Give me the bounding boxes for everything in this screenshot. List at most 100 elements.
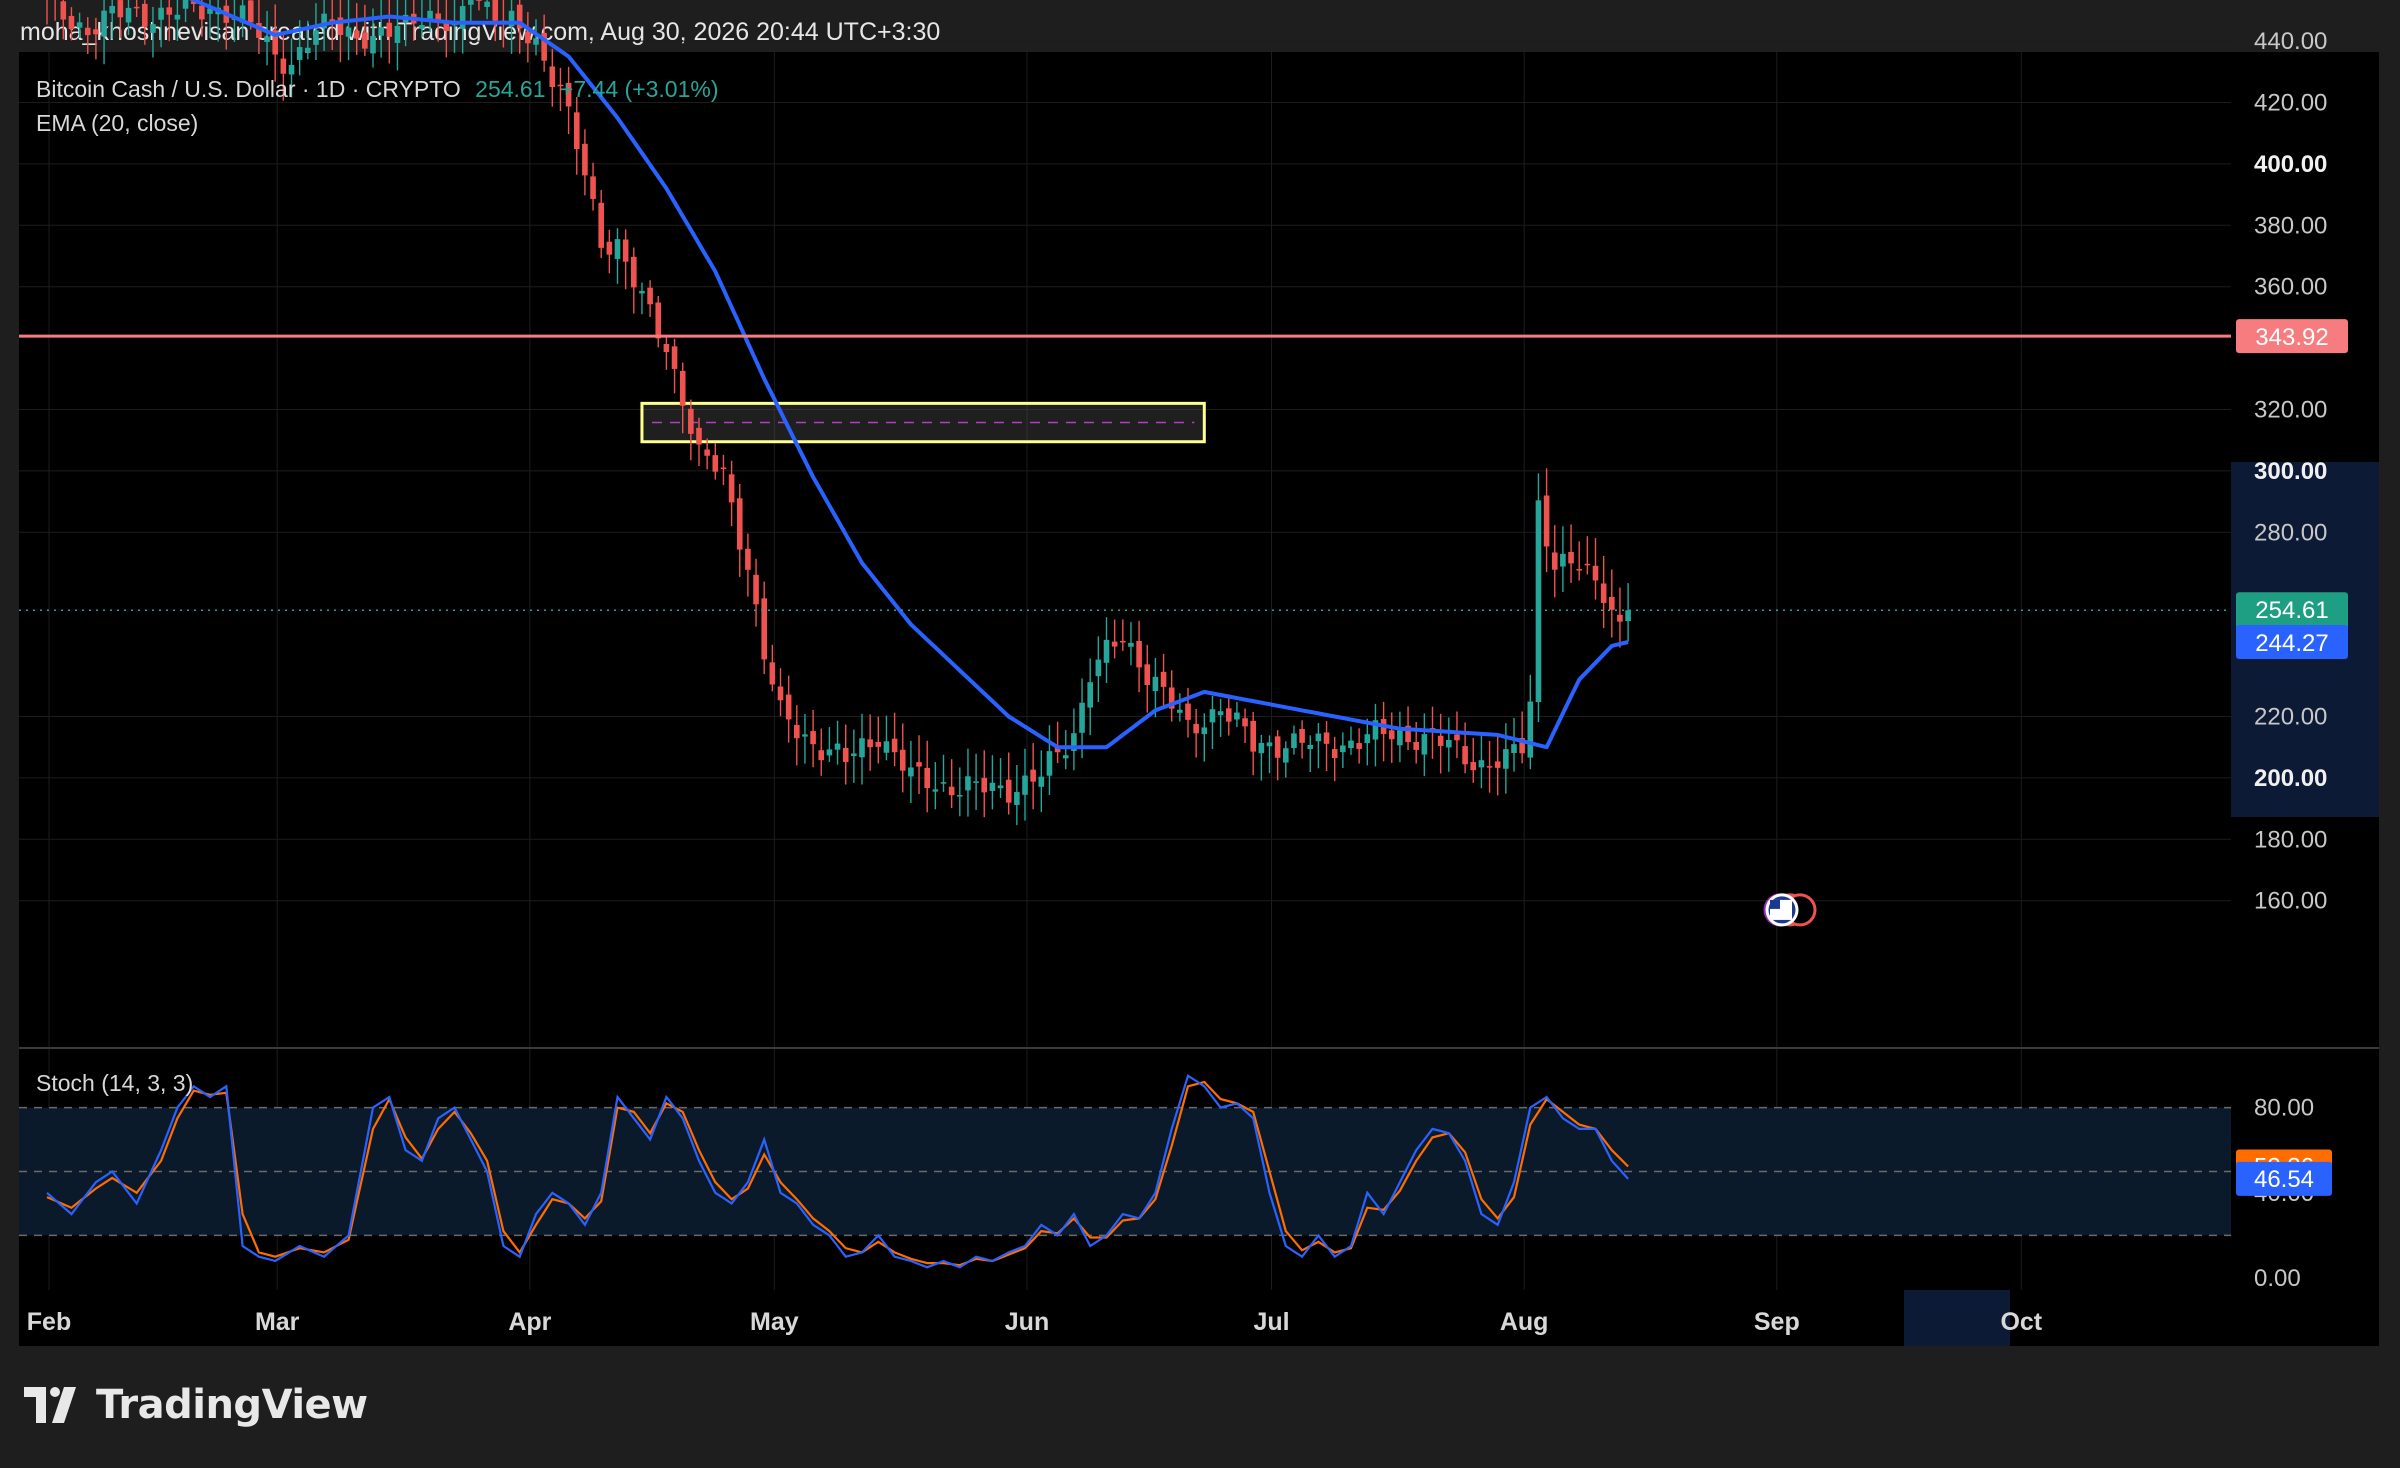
chart-canvas[interactable]: 460.00440.00420.00400.00380.00360.00320.… — [0, 0, 2400, 1468]
event-markers — [1763, 893, 1817, 927]
candle-body — [1421, 734, 1428, 755]
price-tick-label: 400.00 — [2254, 151, 2327, 178]
candle-body — [1225, 708, 1232, 722]
candle-body — [313, 30, 319, 45]
candle-body — [1291, 733, 1297, 749]
candle-body — [427, 10, 433, 20]
candle-body — [1397, 730, 1403, 746]
candle-body — [1478, 760, 1485, 768]
month-tick-label: Jun — [1005, 1308, 1049, 1336]
candle-body — [133, 6, 140, 9]
price-tick-label: 440.00 — [2254, 28, 2327, 55]
candle-body — [1503, 749, 1509, 769]
candle-body — [158, 7, 164, 20]
candle-body — [93, 29, 99, 35]
candle-body — [1535, 500, 1542, 702]
candle-body — [582, 143, 588, 176]
candle-body — [378, 27, 384, 36]
candle-body — [785, 694, 792, 720]
candle-body — [1103, 639, 1110, 663]
candle-body — [1038, 776, 1045, 787]
stoch-tick-label: 80.00 — [2254, 1095, 2314, 1122]
candle-body — [1617, 614, 1623, 622]
candle-body — [1111, 641, 1118, 647]
candle-body — [655, 302, 662, 339]
candle-body — [199, 5, 205, 20]
candle-body — [1486, 766, 1493, 768]
ema-price-label-text: 244.27 — [2255, 630, 2328, 657]
candle-body — [859, 738, 865, 758]
price-tick-label: 280.00 — [2254, 519, 2327, 546]
candle-body — [386, 22, 393, 37]
candle-body — [989, 782, 996, 791]
candle-body — [1177, 709, 1183, 713]
candle-body — [908, 767, 914, 777]
candle-body — [125, 7, 132, 23]
candle-body — [875, 741, 882, 747]
candle-body — [109, 5, 115, 14]
candle-body — [1030, 769, 1036, 782]
candle-body — [1543, 495, 1550, 547]
candle-body — [1592, 565, 1599, 581]
price-tick-label: 360.00 — [2254, 274, 2327, 301]
legend-stoch: Stoch (14, 3, 3) — [36, 1070, 194, 1096]
candle-body — [1299, 729, 1305, 743]
tradingview-logo-icon — [24, 1387, 76, 1423]
candle-body — [1323, 732, 1330, 744]
candle-body — [1625, 610, 1631, 622]
candle-body — [174, 14, 181, 20]
candle-body — [1609, 596, 1615, 610]
candle-body — [1266, 742, 1273, 747]
candle-body — [117, 0, 124, 18]
legend-change: +7.44 (+3.01%) — [559, 76, 719, 102]
price-tick-label: 320.00 — [2254, 397, 2327, 424]
candle-body — [891, 738, 898, 753]
candle-body — [1364, 734, 1371, 744]
candle-body — [639, 290, 645, 294]
candle-body — [1193, 723, 1199, 734]
stoch-tick-label: 0.00 — [2254, 1265, 2301, 1292]
candle-body — [899, 749, 906, 771]
candle-body — [1462, 746, 1468, 765]
price-tick-label: 220.00 — [2254, 704, 2327, 731]
candle-body — [1152, 676, 1159, 692]
candle-body — [647, 287, 653, 305]
candle-body — [1356, 743, 1362, 749]
price-tick-label: 200.00 — [2254, 765, 2327, 792]
candle-body — [973, 781, 979, 783]
candle-body — [940, 782, 947, 784]
price-tick-label: 420.00 — [2254, 90, 2327, 117]
candle-body — [883, 741, 890, 753]
candle-body — [305, 47, 311, 54]
candle-body — [1413, 742, 1419, 750]
candle-body — [525, 31, 531, 44]
candle-body — [590, 176, 596, 199]
candle-body — [1185, 703, 1191, 720]
candle-body — [753, 574, 759, 605]
candle-body — [166, 7, 173, 15]
candle-body — [720, 467, 727, 470]
candle-body — [916, 762, 922, 767]
month-tick-label: Jul — [1253, 1308, 1289, 1336]
candle-body — [1079, 702, 1085, 733]
month-tick-label: May — [750, 1308, 799, 1336]
candle-body — [1274, 736, 1281, 758]
candle-body — [264, 36, 270, 42]
price-tick-label: 160.00 — [2254, 888, 2327, 915]
price-tick-label: 380.00 — [2254, 212, 2327, 239]
candle-body — [842, 747, 849, 763]
candle-body — [1340, 745, 1346, 753]
candle-body — [606, 241, 613, 255]
future-highlight-bottom — [1904, 1290, 2010, 1346]
candle-body — [1470, 762, 1477, 771]
tradingview-logo[interactable]: TradingView — [24, 1382, 368, 1428]
candle-body — [476, 0, 482, 1]
candle-body — [981, 777, 988, 793]
candle-body — [1095, 659, 1102, 677]
candle-body — [101, 10, 107, 37]
legend-ema: EMA (20, close) — [36, 110, 199, 136]
price-tick-label: 180.00 — [2254, 826, 2327, 853]
candle-body — [394, 25, 401, 43]
candle-body — [182, 0, 189, 9]
month-tick-label: Sep — [1754, 1308, 1800, 1336]
